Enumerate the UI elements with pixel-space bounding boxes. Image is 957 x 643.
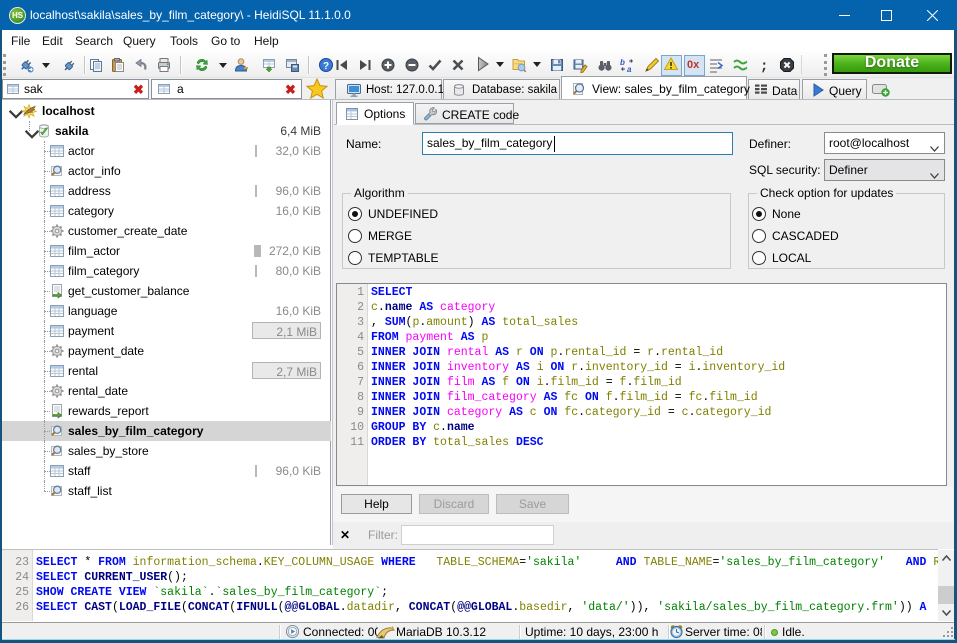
svg-text:a: a <box>627 65 632 73</box>
svg-text:;: ; <box>760 59 768 73</box>
svg-text:0x: 0x <box>687 59 700 71</box>
svg-text:b: b <box>620 58 625 67</box>
svg-text:?: ? <box>323 61 329 72</box>
